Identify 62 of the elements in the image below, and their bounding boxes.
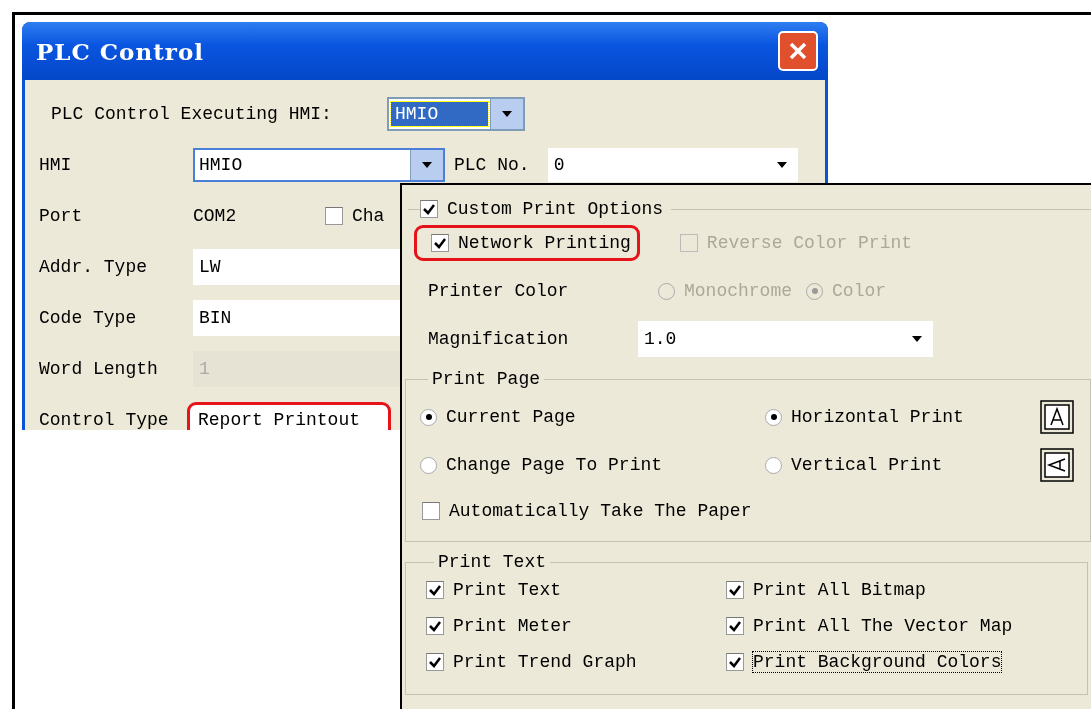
field-label: Port bbox=[39, 205, 84, 226]
field-label: Addr. Type bbox=[39, 256, 149, 277]
window-title: PLC Control bbox=[36, 37, 204, 65]
field-label: PLC Control Executing HMI: bbox=[50, 103, 333, 124]
checkbox[interactable] bbox=[426, 581, 444, 599]
portrait-page-icon bbox=[1040, 400, 1074, 434]
radio-button[interactable] bbox=[420, 408, 437, 426]
radio-button[interactable] bbox=[765, 456, 782, 474]
close-button[interactable] bbox=[778, 31, 818, 71]
radio-label: Change Page To Print bbox=[446, 455, 663, 475]
checkbox[interactable] bbox=[726, 617, 744, 635]
input-field[interactable]: LW bbox=[193, 248, 401, 285]
dropdown-arrow-icon bbox=[502, 110, 512, 117]
checkbox-label: Custom Print Options bbox=[447, 199, 664, 219]
field-label: Code Type bbox=[39, 307, 138, 328]
checkbox-label: Cha bbox=[352, 205, 385, 226]
radio-label: Current Page bbox=[446, 407, 576, 427]
port-value: COM2 bbox=[193, 205, 238, 226]
hmi-dropdown[interactable]: HMIO bbox=[193, 147, 445, 182]
hmi-dropdown[interactable]: HMIO bbox=[387, 96, 525, 131]
dropdown-arrow-icon bbox=[422, 161, 432, 168]
radio-label: Horizontal Print bbox=[791, 407, 964, 427]
checkbox[interactable] bbox=[420, 200, 438, 218]
checkbox[interactable] bbox=[726, 653, 744, 671]
group-title: Print Page bbox=[431, 369, 542, 389]
checkbox-label: Print Background Colors bbox=[753, 652, 1002, 672]
checkbox-label: Automatically Take The Paper bbox=[449, 501, 752, 521]
checkbox[interactable] bbox=[426, 653, 444, 671]
checkbox[interactable] bbox=[426, 617, 444, 635]
network-printing-option[interactable]: Network Printing bbox=[414, 225, 640, 261]
checkbox[interactable] bbox=[431, 234, 449, 252]
landscape-page-icon bbox=[1040, 448, 1074, 482]
radio-button[interactable] bbox=[420, 456, 437, 474]
radio-button[interactable] bbox=[765, 408, 782, 426]
checkbox-label: Print Trend Graph bbox=[453, 652, 637, 672]
field-label: PLC No. bbox=[454, 154, 530, 175]
dropdown-button[interactable] bbox=[490, 98, 523, 129]
plc-number-dropdown[interactable]: 0 bbox=[547, 147, 798, 182]
dropdown-arrow-icon bbox=[912, 336, 922, 342]
checkbox[interactable] bbox=[325, 206, 343, 225]
field-label: Control Type bbox=[39, 409, 170, 430]
group-title: Print Text bbox=[437, 552, 548, 572]
checkbox-label: Print Meter bbox=[453, 616, 572, 636]
checkbox-label: Reverse Color Print bbox=[706, 233, 913, 253]
checkbox[interactable] bbox=[726, 581, 744, 599]
checkbox-label: Print All Bitmap bbox=[753, 580, 926, 600]
field-label: Word Length bbox=[39, 358, 159, 379]
dropdown-arrow-icon bbox=[776, 161, 787, 168]
field-label: Printer Color bbox=[428, 281, 570, 301]
input-field[interactable]: Report Printout bbox=[187, 401, 391, 430]
field-label: Magnification bbox=[428, 329, 570, 349]
checkbox-label: Print Text bbox=[453, 580, 562, 600]
close-icon bbox=[787, 40, 809, 62]
radio-label: Vertical Print bbox=[791, 455, 943, 475]
radio-label: Monochrome bbox=[684, 281, 793, 301]
checkbox[interactable] bbox=[422, 502, 440, 520]
dropdown-button[interactable] bbox=[410, 149, 443, 180]
field-label: HMI bbox=[39, 154, 73, 175]
magnification-dropdown[interactable]: 1.0 bbox=[638, 321, 933, 357]
input-field[interactable]: BIN bbox=[193, 299, 401, 336]
radio-label: Color bbox=[832, 281, 887, 301]
checkbox-label: Print All The Vector Map bbox=[753, 616, 1013, 636]
